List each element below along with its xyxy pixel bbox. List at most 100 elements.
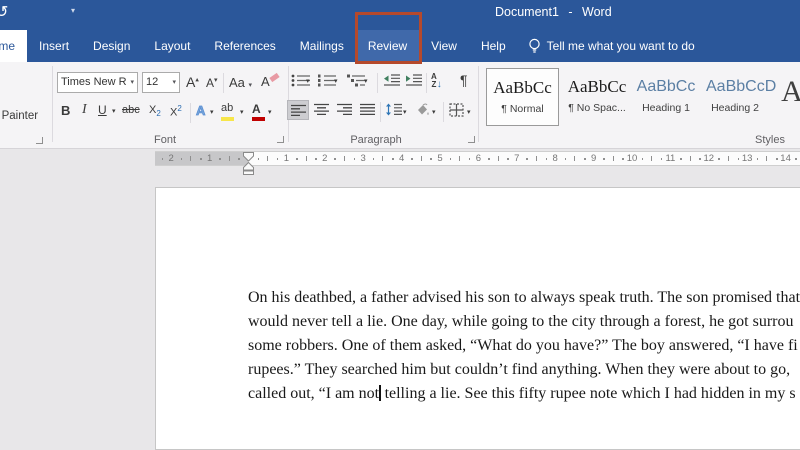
bullets-dropdown-icon[interactable]: ▾	[306, 77, 310, 85]
undo-icon[interactable]: ↺	[0, 2, 8, 22]
style-heading-2[interactable]: AaBbCcD Heading 2	[706, 68, 764, 126]
ribbon-tab-bar: Home Insert Design Layout References Mai…	[0, 30, 705, 62]
ruler-strip[interactable]: 123456789101112131421	[155, 151, 800, 166]
align-center-button[interactable]	[313, 103, 330, 116]
group-separator	[52, 66, 53, 142]
ruler-number: 9	[591, 152, 596, 165]
ruler-tick	[536, 156, 537, 161]
ruler-tick	[718, 158, 720, 160]
ruler-number: 3	[361, 152, 366, 165]
font-dialog-launcher-icon[interactable]	[277, 136, 284, 143]
borders-dropdown-icon[interactable]: ▾	[467, 108, 471, 116]
text-effects-dropdown-icon[interactable]: ▾	[210, 108, 214, 116]
show-hide-pilcrow-button[interactable]: ¶	[460, 72, 468, 88]
style-heading-1[interactable]: AaBbCc Heading 1	[636, 68, 696, 126]
tell-me-box[interactable]: Tell me what you want to do	[518, 30, 705, 62]
clipboard-dialog-launcher-icon[interactable]	[36, 137, 43, 144]
ruler-number: 7	[514, 152, 519, 165]
indent-markers[interactable]	[242, 152, 255, 175]
font-size-combobox[interactable]: 12 ▾	[142, 72, 180, 93]
text-highlight-button[interactable]: ab	[221, 102, 233, 114]
align-center-icon	[313, 103, 330, 116]
ruler-number: 4	[399, 152, 404, 165]
sort-button[interactable]: AZ↓	[431, 73, 442, 89]
tab-insert[interactable]: Insert	[27, 30, 81, 62]
strikethrough-button[interactable]: abc	[122, 104, 140, 116]
borders-button[interactable]	[449, 103, 464, 117]
justify-button[interactable]	[359, 103, 376, 116]
style-partial[interactable]: A	[772, 68, 800, 126]
clear-formatting-button[interactable]: A	[261, 74, 270, 89]
font-color-dropdown-icon[interactable]: ▾	[268, 108, 272, 116]
highlight-dropdown-icon[interactable]: ▾	[240, 108, 244, 116]
ruler-tick	[296, 158, 298, 160]
multilevel-list-button[interactable]	[346, 74, 366, 87]
subscript-button[interactable]: X2	[149, 104, 161, 118]
quick-access-dropdown-icon[interactable]: ▾	[71, 6, 75, 15]
ruler-tick	[450, 158, 452, 160]
ruler-tick	[238, 158, 240, 160]
shading-dropdown-icon[interactable]: ▾	[432, 108, 436, 116]
lightbulb-icon	[528, 38, 541, 55]
decrease-indent-icon	[383, 74, 401, 87]
superscript-button[interactable]: X2	[170, 104, 182, 119]
chevron-down-icon: ▾	[130, 73, 134, 92]
underline-button[interactable]: U	[98, 103, 107, 117]
shading-button[interactable]	[414, 103, 431, 116]
text-line: would never tell a lie. One day, while g…	[248, 310, 800, 334]
multilevel-dropdown-icon[interactable]: ▾	[364, 77, 368, 85]
change-case-button[interactable]: Aa ▾	[229, 75, 252, 90]
justify-icon	[359, 103, 376, 116]
ruler-tick	[373, 158, 375, 160]
text-effects-button[interactable]: A	[196, 103, 205, 118]
font-size-value: 12	[146, 76, 158, 88]
format-painter-button[interactable]: Format Painter	[0, 110, 38, 122]
group-separator	[478, 66, 479, 142]
align-left-button[interactable]	[287, 100, 309, 120]
ruler-number: 5	[437, 152, 442, 165]
line-spacing-dropdown-icon[interactable]: ▾	[403, 108, 407, 116]
grow-font-button[interactable]: A▴	[186, 74, 199, 90]
font-color-button[interactable]: A	[252, 102, 261, 116]
tab-layout[interactable]: Layout	[142, 30, 202, 62]
font-color-bar	[252, 117, 265, 121]
tab-references[interactable]: References	[202, 30, 287, 62]
text-line: called out, “I am not telling a lie. See…	[248, 382, 800, 406]
font-group-label: Font	[130, 134, 200, 146]
tab-mailings[interactable]: Mailings	[288, 30, 356, 62]
text-line: rupees.” They searched him but couldn’t …	[248, 358, 800, 382]
tab-design[interactable]: Design	[81, 30, 142, 62]
align-right-button[interactable]	[336, 103, 353, 116]
ruler-number: 11	[665, 152, 675, 165]
paragraph-group-label: Paragraph	[336, 134, 416, 146]
style-no-spacing[interactable]: AaBbCc ¶ No Spac...	[564, 68, 630, 126]
shrink-font-button[interactable]: A▾	[206, 76, 218, 90]
ruler-tick	[690, 156, 691, 161]
bold-button[interactable]: B	[61, 103, 70, 118]
italic-button[interactable]: I	[82, 102, 87, 118]
ruler-number: 14	[780, 152, 791, 165]
ribbon: Format Painter Times New R ▾ 12 ▾ A▴ A▾ …	[0, 62, 800, 149]
numbering-dropdown-icon[interactable]: ▾	[334, 77, 338, 85]
font-name-combobox[interactable]: Times New R ▾	[57, 72, 138, 93]
align-left-icon	[290, 104, 307, 117]
ruler-tick	[306, 156, 307, 161]
line-spacing-icon	[385, 103, 403, 116]
ruler-tick	[334, 158, 336, 160]
paragraph-dialog-launcher-icon[interactable]	[468, 136, 475, 143]
document-text[interactable]: On his deathbed, a father advised his so…	[248, 286, 800, 406]
increase-indent-button[interactable]	[405, 74, 423, 87]
underline-dropdown-icon[interactable]: ▾	[112, 107, 116, 115]
document-page[interactable]: On his deathbed, a father advised his so…	[155, 187, 800, 450]
tab-home[interactable]: Home	[0, 30, 27, 62]
line-spacing-button[interactable]	[385, 103, 403, 116]
multilevel-list-icon	[346, 74, 366, 87]
ruler-tick	[162, 158, 164, 160]
ruler-number: 2	[169, 152, 174, 165]
style-normal[interactable]: AaBbCc ¶ Normal	[486, 68, 559, 126]
tab-view[interactable]: View	[419, 30, 469, 62]
ruler-tick	[795, 158, 797, 160]
tab-help[interactable]: Help	[469, 30, 518, 62]
paint-bucket-icon	[414, 103, 431, 116]
decrease-indent-button[interactable]	[383, 74, 401, 87]
